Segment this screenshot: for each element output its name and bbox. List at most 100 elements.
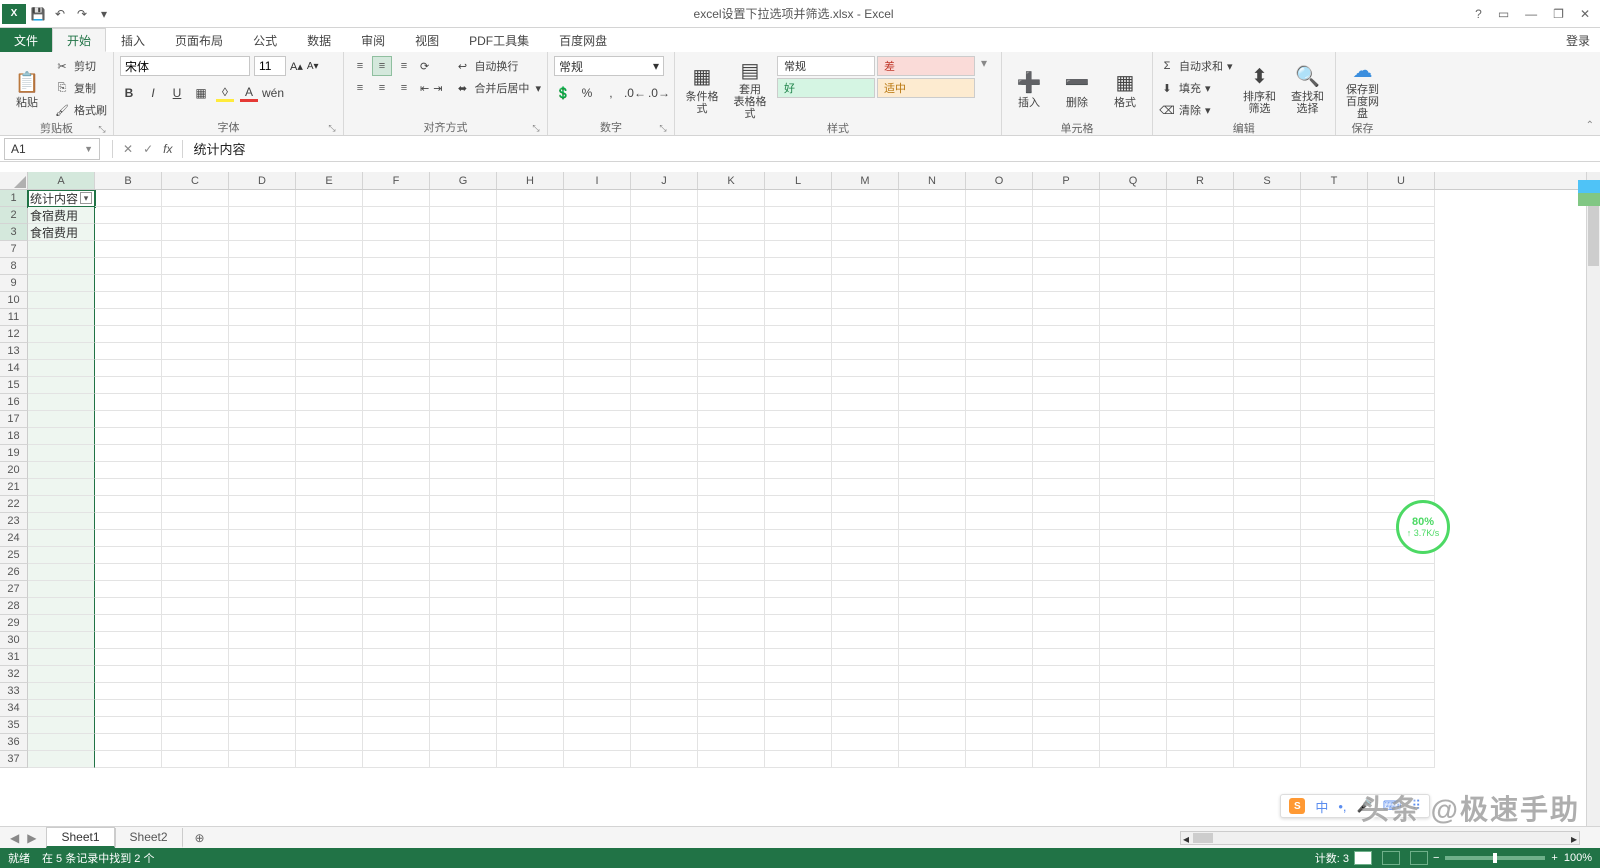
cell-F9[interactable] (363, 275, 430, 292)
cell-B18[interactable] (95, 428, 162, 445)
cell-D31[interactable] (229, 649, 296, 666)
cell-G18[interactable] (430, 428, 497, 445)
filter-icon[interactable]: ▾ (80, 192, 92, 204)
cell-O24[interactable] (966, 530, 1033, 547)
ime-punct-icon[interactable]: •, (1338, 799, 1346, 814)
cell-R20[interactable] (1167, 462, 1234, 479)
cell-A26[interactable] (28, 564, 95, 581)
cell-G21[interactable] (430, 479, 497, 496)
tab-formula[interactable]: 公式 (238, 28, 292, 52)
cell-I27[interactable] (564, 581, 631, 598)
bold-button[interactable]: B (120, 84, 138, 102)
cell-P19[interactable] (1033, 445, 1100, 462)
cell-S32[interactable] (1234, 666, 1301, 683)
cell-N2[interactable] (899, 207, 966, 224)
cell-A34[interactable] (28, 700, 95, 717)
cell-S1[interactable] (1234, 190, 1301, 207)
cell-U13[interactable] (1368, 343, 1435, 360)
cell-K14[interactable] (698, 360, 765, 377)
cell-Q12[interactable] (1100, 326, 1167, 343)
cell-R28[interactable] (1167, 598, 1234, 615)
cell-I29[interactable] (564, 615, 631, 632)
cell-R13[interactable] (1167, 343, 1234, 360)
cell-T35[interactable] (1301, 717, 1368, 734)
cell-B31[interactable] (95, 649, 162, 666)
cell-Q28[interactable] (1100, 598, 1167, 615)
cell-M25[interactable] (832, 547, 899, 564)
cell-C24[interactable] (162, 530, 229, 547)
cell-L3[interactable] (765, 224, 832, 241)
cell-B29[interactable] (95, 615, 162, 632)
cell-C22[interactable] (162, 496, 229, 513)
cell-E32[interactable] (296, 666, 363, 683)
cell-J15[interactable] (631, 377, 698, 394)
cell-J2[interactable] (631, 207, 698, 224)
cell-R22[interactable] (1167, 496, 1234, 513)
cell-G17[interactable] (430, 411, 497, 428)
cell-J25[interactable] (631, 547, 698, 564)
cell-M19[interactable] (832, 445, 899, 462)
cell-K19[interactable] (698, 445, 765, 462)
wrap-text-button[interactable]: ↩自动换行 (454, 56, 541, 76)
cell-P33[interactable] (1033, 683, 1100, 700)
cell-B25[interactable] (95, 547, 162, 564)
cell-P12[interactable] (1033, 326, 1100, 343)
cell-D34[interactable] (229, 700, 296, 717)
cell-N26[interactable] (899, 564, 966, 581)
cell-E28[interactable] (296, 598, 363, 615)
cell-S28[interactable] (1234, 598, 1301, 615)
cell-E23[interactable] (296, 513, 363, 530)
cell-O20[interactable] (966, 462, 1033, 479)
cell-D7[interactable] (229, 241, 296, 258)
cell-G12[interactable] (430, 326, 497, 343)
increase-font-icon[interactable]: A▴ (290, 60, 303, 73)
cell-Q34[interactable] (1100, 700, 1167, 717)
row-header-1[interactable]: 1 (0, 190, 28, 207)
cell-P7[interactable] (1033, 241, 1100, 258)
cell-C16[interactable] (162, 394, 229, 411)
cell-M7[interactable] (832, 241, 899, 258)
cell-K12[interactable] (698, 326, 765, 343)
cell-Q14[interactable] (1100, 360, 1167, 377)
cell-C19[interactable] (162, 445, 229, 462)
cell-H17[interactable] (497, 411, 564, 428)
cell-C2[interactable] (162, 207, 229, 224)
row-header-10[interactable]: 10 (0, 292, 28, 309)
cell-T25[interactable] (1301, 547, 1368, 564)
cell-E26[interactable] (296, 564, 363, 581)
cell-Q26[interactable] (1100, 564, 1167, 581)
cell-Q22[interactable] (1100, 496, 1167, 513)
cell-B1[interactable] (95, 190, 162, 207)
cell-T29[interactable] (1301, 615, 1368, 632)
cell-H8[interactable] (497, 258, 564, 275)
cell-L26[interactable] (765, 564, 832, 581)
cell-T16[interactable] (1301, 394, 1368, 411)
cell-N8[interactable] (899, 258, 966, 275)
cell-O23[interactable] (966, 513, 1033, 530)
inc-decimal-button[interactable]: .0← (626, 84, 644, 102)
cell-O32[interactable] (966, 666, 1033, 683)
cell-S34[interactable] (1234, 700, 1301, 717)
row-header-17[interactable]: 17 (0, 411, 28, 428)
cell-R15[interactable] (1167, 377, 1234, 394)
cell-E11[interactable] (296, 309, 363, 326)
cell-G19[interactable] (430, 445, 497, 462)
cell-K2[interactable] (698, 207, 765, 224)
cell-I20[interactable] (564, 462, 631, 479)
cell-D14[interactable] (229, 360, 296, 377)
cell-Q21[interactable] (1100, 479, 1167, 496)
cell-A14[interactable] (28, 360, 95, 377)
cell-B16[interactable] (95, 394, 162, 411)
row-header-8[interactable]: 8 (0, 258, 28, 275)
chevron-down-icon[interactable]: ▼ (84, 144, 93, 154)
cell-L34[interactable] (765, 700, 832, 717)
cell-T3[interactable] (1301, 224, 1368, 241)
percent-button[interactable]: % (578, 84, 596, 102)
row-header-11[interactable]: 11 (0, 309, 28, 326)
cell-E2[interactable] (296, 207, 363, 224)
cell-N11[interactable] (899, 309, 966, 326)
cell-Q11[interactable] (1100, 309, 1167, 326)
cell-G36[interactable] (430, 734, 497, 751)
cell-S37[interactable] (1234, 751, 1301, 768)
cell-F11[interactable] (363, 309, 430, 326)
